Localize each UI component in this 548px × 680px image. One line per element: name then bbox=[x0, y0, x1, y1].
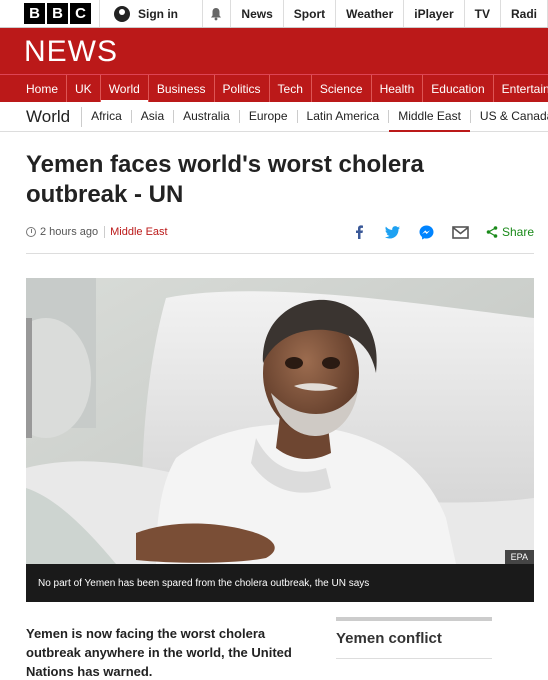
share-tools: Share bbox=[342, 222, 534, 242]
bbc-logo-letter: C bbox=[70, 3, 91, 24]
hero-photo bbox=[26, 278, 534, 564]
sidebar-divider bbox=[336, 658, 492, 659]
timestamp-label: 2 hours ago bbox=[40, 226, 99, 238]
article-headline: Yemen faces world's worst cholera outbre… bbox=[26, 150, 466, 210]
global-nav-radio[interactable]: Radi bbox=[501, 0, 548, 27]
section-tag-link[interactable]: Middle East bbox=[105, 226, 167, 238]
global-nav-weather[interactable]: Weather bbox=[336, 0, 405, 27]
global-nav: News Sport Weather iPlayer TV Radi bbox=[231, 0, 548, 27]
sub-nav-africa[interactable]: Africa bbox=[82, 110, 132, 123]
section-nav-health[interactable]: Health bbox=[370, 75, 423, 102]
section-nav: Home UK World Business Politics Tech Sci… bbox=[0, 74, 548, 102]
global-nav-news[interactable]: News bbox=[231, 0, 284, 27]
sub-nav-australia[interactable]: Australia bbox=[174, 110, 240, 123]
share-button[interactable]: Share bbox=[478, 225, 534, 239]
section-nav-home[interactable]: Home bbox=[18, 75, 66, 102]
bbc-top-bar: B B C Sign in News Sport Weather iPlayer… bbox=[0, 0, 548, 28]
article-meta: 2 hours ago Middle East Share bbox=[26, 222, 534, 254]
section-nav-education[interactable]: Education bbox=[422, 75, 492, 102]
related-topic-title[interactable]: Yemen conflict bbox=[336, 617, 492, 647]
signin-label: Sign in bbox=[138, 6, 178, 21]
global-nav-tv[interactable]: TV bbox=[465, 0, 501, 27]
facebook-icon bbox=[355, 225, 363, 239]
image-caption: No part of Yemen has been spared from th… bbox=[26, 564, 534, 602]
bbc-logo-letter: B bbox=[24, 3, 45, 24]
bbc-logo-letter: B bbox=[47, 3, 68, 24]
hero-image: EPA bbox=[26, 278, 534, 564]
sub-nav-europe[interactable]: Europe bbox=[240, 110, 298, 123]
global-nav-sport[interactable]: Sport bbox=[284, 0, 337, 27]
signin-button[interactable]: Sign in bbox=[100, 0, 203, 27]
share-label: Share bbox=[501, 225, 534, 239]
messenger-icon bbox=[419, 225, 434, 239]
section-nav-uk[interactable]: UK bbox=[66, 75, 100, 102]
bbc-logo[interactable]: B B C bbox=[0, 0, 100, 27]
news-header: NEWS bbox=[0, 28, 548, 74]
sub-nav-latin-america[interactable]: Latin America bbox=[298, 110, 390, 123]
clock-icon bbox=[26, 227, 36, 237]
sub-nav-asia[interactable]: Asia bbox=[132, 110, 175, 123]
headline-line-1: Yemen faces world's worst cholera bbox=[26, 151, 424, 178]
global-nav-iplayer[interactable]: iPlayer bbox=[404, 0, 465, 27]
section-nav-business[interactable]: Business bbox=[147, 75, 214, 102]
image-credit: EPA bbox=[504, 550, 534, 564]
world-sub-nav: World Africa Asia Australia Europe Latin… bbox=[0, 102, 548, 132]
news-wordmark[interactable]: NEWS bbox=[24, 35, 118, 69]
share-email-button[interactable] bbox=[444, 222, 478, 242]
sub-nav-middle-east[interactable]: Middle East bbox=[389, 110, 471, 132]
section-nav-entertainment[interactable]: Entertainn bbox=[492, 75, 548, 102]
section-nav-world[interactable]: World bbox=[99, 75, 148, 102]
section-title[interactable]: World bbox=[26, 106, 83, 127]
section-nav-politics[interactable]: Politics bbox=[213, 75, 269, 102]
user-icon bbox=[114, 5, 130, 22]
notifications-button[interactable] bbox=[203, 0, 232, 27]
sub-nav-us-canada[interactable]: US & Canada bbox=[471, 110, 548, 123]
timestamp: 2 hours ago bbox=[26, 226, 106, 238]
share-twitter-button[interactable] bbox=[376, 222, 410, 242]
share-messenger-button[interactable] bbox=[410, 222, 444, 242]
headline-line-2: outbreak - UN bbox=[26, 181, 184, 208]
article-intro: Yemen is now facing the worst cholera ou… bbox=[26, 626, 292, 679]
section-nav-tech[interactable]: Tech bbox=[268, 75, 311, 102]
twitter-icon bbox=[385, 225, 401, 238]
share-facebook-button[interactable] bbox=[342, 222, 376, 242]
section-nav-science[interactable]: Science bbox=[310, 75, 371, 102]
email-icon bbox=[452, 225, 470, 239]
bell-icon bbox=[211, 7, 222, 20]
share-icon bbox=[486, 226, 498, 238]
